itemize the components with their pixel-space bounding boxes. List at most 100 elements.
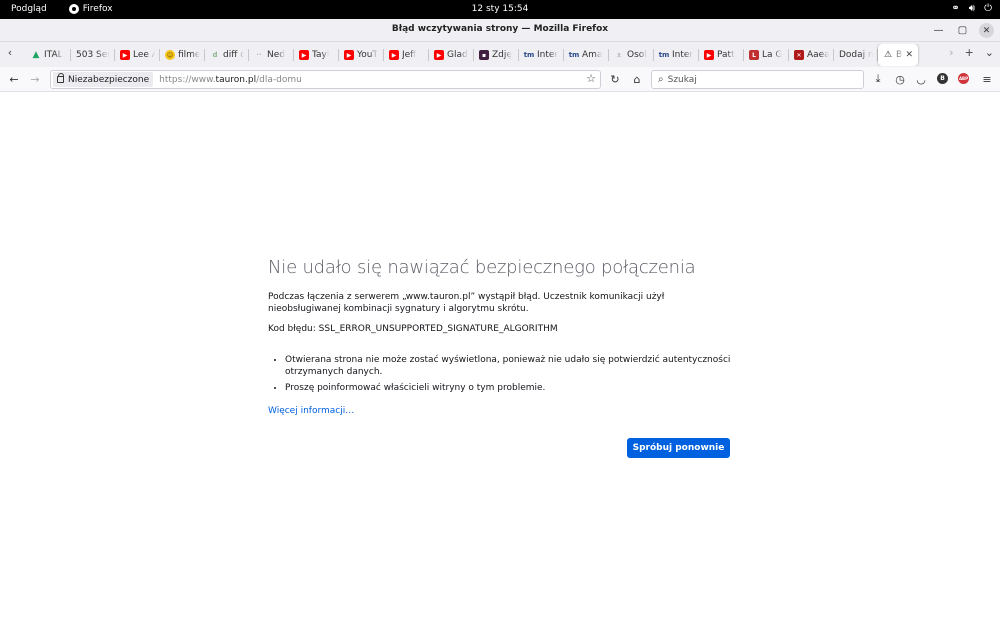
tab-label: Lee A (133, 50, 155, 60)
emoji-icon: ☺ (165, 50, 175, 60)
tab[interactable]: tm Ama (564, 44, 609, 66)
tab-label: Glad (447, 50, 468, 60)
extension-b-icon[interactable]: B (937, 73, 948, 84)
pocket-icon[interactable]: ◡ (913, 71, 929, 87)
youtube-icon: ▶ (389, 50, 399, 60)
site-security-button[interactable]: Niezabezpieczone (53, 72, 154, 87)
tab-label: YouT (357, 50, 379, 60)
tab-list: ▲ ITAL 503 Ser ▶ Lee A ☺ filme d diff d ·· Ned ▶ Tay… (26, 44, 938, 66)
tab[interactable]: tm Inter (519, 44, 564, 66)
tab-label: Ned (267, 50, 285, 60)
security-label: Niezabezpieczone (68, 74, 150, 85)
tab[interactable]: ☺ filme (160, 44, 205, 66)
tab[interactable]: ▶ Patt (699, 44, 744, 66)
error-bullet: Proszę poinformować właścicieli witryny … (285, 382, 733, 394)
tab-active[interactable]: ⚠Błą✕ (878, 44, 918, 66)
cat-icon: ᴥ (616, 51, 622, 59)
tab-label: La G (762, 50, 783, 60)
drive-icon: ▲ (32, 50, 40, 60)
try-again-button[interactable]: Spróbuj ponownie (627, 438, 730, 458)
more-info-link[interactable]: Więcej informacji… (268, 406, 354, 416)
activities-button[interactable]: Podgląd (11, 4, 47, 14)
back-button[interactable]: ← (6, 71, 22, 87)
error-bullet: Otwierana strona nie może zostać wyświet… (285, 354, 733, 378)
tab-label: Dodaj n (839, 50, 873, 60)
tab[interactable]: ▶ Glad (429, 44, 474, 66)
clock[interactable]: 12 sty 15:54 (0, 4, 1000, 14)
error-description: Podczas łączenia z serwerem „www.tauron.… (268, 292, 665, 314)
volume-icon[interactable]: 🔊︎ (969, 3, 975, 14)
tab[interactable]: ▪ Zdję (474, 44, 519, 66)
tab[interactable]: ▶ YouT (339, 44, 384, 66)
tab-label: Inter (672, 50, 694, 60)
tab[interactable]: ▶ Jeff (384, 44, 429, 66)
window-title-bar[interactable]: Błąd wczytywania strony — Mozilla Firefo… (0, 19, 1000, 42)
firefox-icon (68, 4, 79, 14)
downloads-icon[interactable]: ⤓ (870, 71, 886, 87)
tab[interactable]: ▶ Tayl (294, 44, 339, 66)
tab-label: Aaea (807, 50, 829, 60)
youtube-icon: ▶ (704, 50, 714, 60)
scroll-tabs-right-button[interactable]: › (949, 46, 953, 59)
tab-label: Tayl (312, 50, 330, 60)
tab[interactable]: d diff d (205, 44, 249, 66)
youtube-icon: ▶ (434, 50, 444, 60)
system-top-bar: Podgląd Firefox 12 sty 15:54 ⚭ 🔊︎ ⏻ (0, 0, 1000, 19)
history-icon[interactable]: ◷ (892, 71, 908, 87)
close-window-button[interactable]: ✕ (979, 23, 994, 38)
youtube-icon: ▶ (344, 50, 354, 60)
close-tab-icon[interactable]: ✕ (905, 50, 913, 60)
warning-icon: ⚠ (883, 50, 893, 60)
tm-icon: tm (568, 51, 580, 59)
photo-icon: ▪ (479, 50, 489, 60)
tab[interactable]: tm Inter (654, 44, 699, 66)
tm-icon: tm (658, 51, 670, 59)
app-menu-button[interactable]: Firefox (68, 4, 113, 14)
error-page-content: Nie udało się nawiązać bezpiecznego połą… (268, 257, 733, 417)
window-title: Błąd wczytywania strony — Mozilla Firefo… (391, 24, 609, 34)
tab[interactable]: ▲ ITAL (26, 44, 71, 66)
tag-icon: ·· (256, 51, 262, 59)
app-menu-hamburger-icon[interactable]: ≡ (979, 71, 995, 87)
error-bullet-list: Otwierana strona nie może zostać wyświet… (285, 354, 733, 394)
tab-label: Zdję (492, 50, 512, 60)
url-domain: tauron.pl (215, 74, 257, 85)
url-bar[interactable]: Niezabezpieczone https://www.tauron.pl/d… (50, 70, 601, 89)
youtube-icon: ▶ (120, 50, 130, 60)
list-all-tabs-button[interactable]: ⌄ (985, 46, 994, 59)
power-icon[interactable]: ⏻ (984, 3, 992, 14)
tab[interactable]: L La G (744, 44, 789, 66)
tab[interactable]: ·· Ned (249, 44, 294, 66)
bookmark-star-icon[interactable]: ☆ (586, 72, 596, 85)
app-name: Firefox (82, 4, 113, 14)
tab-label: Patt (717, 50, 735, 60)
tab[interactable]: ᴥ Osol (609, 44, 654, 66)
tab[interactable]: 503 Ser (71, 44, 115, 66)
error-code: Kod błędu: SSL_ERROR_UNSUPPORTED_SIGNATU… (268, 324, 558, 334)
tab-label: Osol (627, 50, 647, 60)
url-text[interactable]: https://www.tauron.pl/dla-domu (159, 75, 302, 85)
tab-label: Ama (582, 50, 603, 60)
error-title: Nie udało się nawiązać bezpiecznego połą… (268, 257, 696, 278)
minimize-button[interactable]: — (931, 23, 946, 38)
forward-button[interactable]: → (27, 71, 43, 87)
search-input[interactable]: Szukaj (668, 75, 697, 85)
tab[interactable]: ✕ Aaea (789, 44, 834, 66)
network-icon[interactable]: ⚭ (951, 3, 959, 14)
maximize-button[interactable]: ▢ (955, 23, 970, 38)
scroll-tabs-left-button[interactable]: ‹ (3, 46, 17, 63)
new-tab-button[interactable]: + (965, 46, 974, 59)
reload-button[interactable]: ↻ (607, 71, 623, 87)
tab[interactable]: ▶ Lee A (115, 44, 160, 66)
tab-label: Błą (896, 50, 903, 60)
cross-icon: ✕ (794, 50, 804, 60)
adblock-plus-icon[interactable]: ABP (958, 73, 969, 84)
search-icon: ⌕ (658, 74, 664, 85)
home-button[interactable]: ⌂ (629, 71, 645, 87)
tab-label: diff d (223, 50, 244, 60)
tab-label: Jeff (402, 50, 417, 60)
diff-icon: d (212, 51, 218, 59)
system-tray[interactable]: ⚭ 🔊︎ ⏻ (951, 3, 992, 14)
search-bar[interactable]: ⌕ Szukaj (651, 70, 864, 89)
tab[interactable]: Dodaj n (834, 44, 878, 66)
